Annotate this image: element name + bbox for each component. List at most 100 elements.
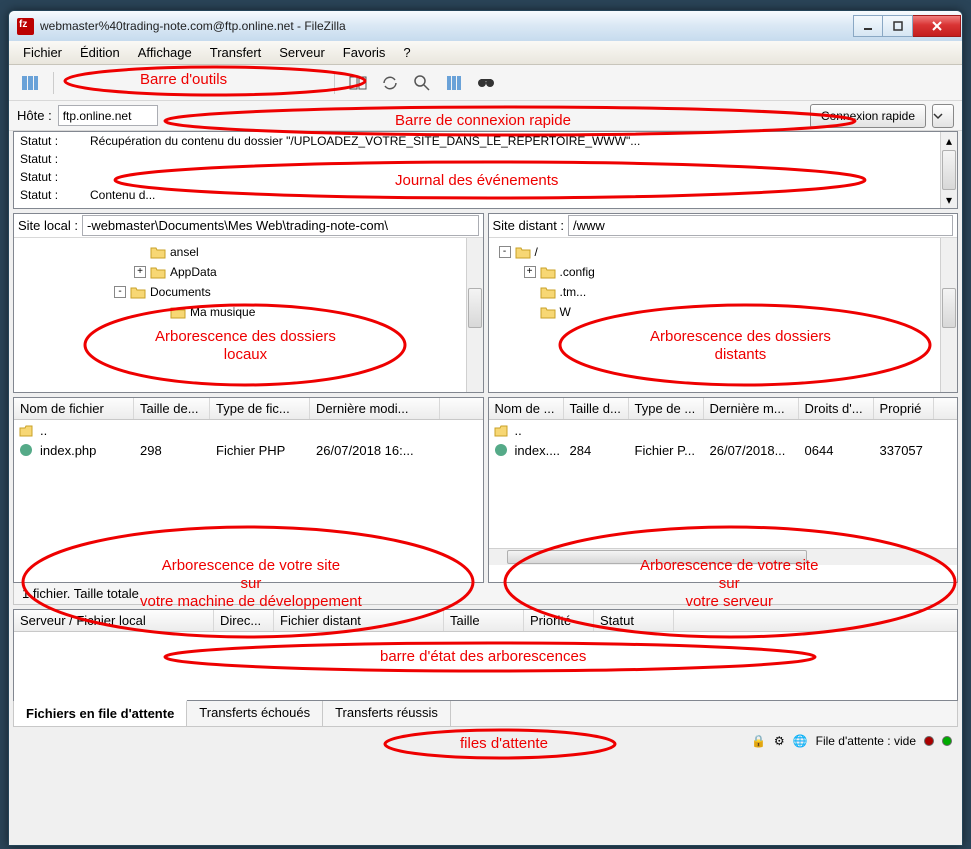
column-header[interactable]: Proprié (874, 398, 934, 419)
expand-icon[interactable]: - (499, 246, 511, 258)
file-icon (18, 442, 34, 458)
sitemanager-icon[interactable] (17, 70, 43, 96)
app-icon (17, 18, 34, 35)
menu-server[interactable]: Serveur (271, 43, 333, 62)
globe-icon: 🌐 (793, 734, 808, 748)
menu-transfer[interactable]: Transfert (202, 43, 270, 62)
tree-item[interactable]: +AppData (14, 262, 483, 282)
column-header[interactable]: Droits d'... (799, 398, 874, 419)
local-path-label: Site local : (18, 218, 78, 233)
tree-item[interactable]: ansel (14, 242, 483, 262)
column-header[interactable]: Taille d... (564, 398, 629, 419)
quickconnect-dropdown[interactable] (932, 104, 954, 128)
compare-icon[interactable] (345, 70, 371, 96)
remote-path-label: Site distant : (493, 218, 565, 233)
menu-help[interactable]: ? (395, 43, 418, 62)
maximize-button[interactable] (883, 15, 913, 37)
log-label: Statut : (20, 186, 90, 204)
tab-queued[interactable]: Fichiers en file d'attente (14, 700, 187, 726)
column-header[interactable]: Nom de ... (489, 398, 564, 419)
scroll-thumb[interactable] (942, 150, 956, 190)
local-path-input[interactable] (82, 215, 479, 236)
sync-icon[interactable] (377, 70, 403, 96)
expand-icon[interactable]: - (114, 286, 126, 298)
tree-item[interactable]: -/ (489, 242, 958, 262)
host-input[interactable] (58, 105, 158, 126)
tree-label: .tm... (560, 285, 587, 299)
remote-path-input[interactable] (568, 215, 953, 236)
menu-file[interactable]: Fichier (15, 43, 70, 62)
folder-icon (130, 285, 146, 299)
scroll-thumb[interactable] (468, 288, 482, 328)
cell: Fichier PHP (210, 443, 310, 458)
scrollbar[interactable] (940, 238, 957, 392)
cell: .. (509, 423, 564, 438)
tab-failed[interactable]: Transferts échoués (187, 701, 323, 726)
column-header[interactable]: Statut (594, 610, 674, 631)
tree-item[interactable]: W (489, 302, 958, 322)
column-header[interactable]: Type de fic... (210, 398, 310, 419)
cell: 284 (564, 443, 629, 458)
cell: 0644 (799, 443, 874, 458)
menu-edit[interactable]: Édition (72, 43, 128, 62)
column-header[interactable]: Dernière modi... (310, 398, 440, 419)
scroll-down-icon[interactable]: ▾ (941, 191, 957, 208)
folder-icon (515, 245, 531, 259)
column-header[interactable]: Dernière m... (704, 398, 799, 419)
queue-icon[interactable] (441, 70, 467, 96)
expand-icon[interactable]: + (524, 266, 536, 278)
file-row[interactable]: .. (14, 420, 483, 440)
column-header[interactable]: Taille de... (134, 398, 210, 419)
host-label: Hôte : (17, 108, 52, 123)
column-header[interactable]: Type de ... (629, 398, 704, 419)
file-icon (18, 422, 34, 438)
local-files[interactable]: ..index.php298Fichier PHP26/07/2018 16:.… (14, 420, 483, 548)
column-header[interactable]: Taille (444, 610, 524, 631)
tree-item[interactable]: Ma musique (14, 302, 483, 322)
scroll-thumb[interactable] (942, 288, 956, 328)
cell: index.... (509, 443, 564, 458)
scrollbar[interactable] (466, 238, 483, 392)
filter-icon[interactable] (409, 70, 435, 96)
lock-icon: 🔒 (751, 734, 766, 748)
filelist-statusbar: 1 fichier. Taille totale (13, 583, 958, 605)
file-row[interactable]: .. (489, 420, 958, 440)
menubar: Fichier Édition Affichage Transfert Serv… (9, 41, 962, 65)
titlebar[interactable]: webmaster%40trading-note.com@ftp.online.… (9, 11, 962, 41)
queue-tabs: Fichiers en file d'attente Transferts éc… (13, 701, 958, 727)
scroll-thumb[interactable] (507, 550, 807, 564)
column-header[interactable]: Nom de fichier (14, 398, 134, 419)
remote-files[interactable]: .. index....284Fichier P...26/07/2018...0… (489, 420, 958, 548)
close-button[interactable] (913, 15, 961, 37)
find-icon[interactable] (473, 70, 499, 96)
hscrollbar[interactable] (489, 548, 958, 565)
cell: 26/07/2018 16:... (310, 443, 440, 458)
minimize-button[interactable] (853, 15, 883, 37)
remote-tree[interactable]: -/+.config.tm...W (489, 238, 958, 392)
local-filelist: Nom de fichierTaille de...Type de fic...… (13, 397, 484, 583)
quickconnect-button[interactable]: Connexion rapide (810, 104, 926, 128)
column-header[interactable]: Serveur / Fichier local (14, 610, 214, 631)
file-row[interactable]: index....284Fichier P...26/07/2018...064… (489, 440, 958, 460)
tree-label: / (535, 245, 538, 259)
statusbar: 🔒 ⚙ 🌐 File d'attente : vide (13, 729, 958, 753)
tab-success[interactable]: Transferts réussis (323, 701, 451, 726)
queue-list[interactable] (14, 632, 957, 700)
column-header[interactable]: Priorité (524, 610, 594, 631)
menu-view[interactable]: Affichage (130, 43, 200, 62)
menu-favorites[interactable]: Favoris (335, 43, 394, 62)
column-header[interactable]: Fichier distant (274, 610, 444, 631)
tree-item[interactable]: .tm... (489, 282, 958, 302)
window-title: webmaster%40trading-note.com@ftp.online.… (40, 19, 853, 33)
column-header[interactable]: Direc... (214, 610, 274, 631)
file-row[interactable]: index.php298Fichier PHP26/07/2018 16:... (14, 440, 483, 460)
expand-icon[interactable]: + (134, 266, 146, 278)
toolbar-separator (334, 72, 335, 94)
tree-label: Ma musique (190, 305, 255, 319)
local-tree[interactable]: ansel+AppData-Documents Ma musique (14, 238, 483, 392)
folder-icon (150, 265, 166, 279)
tree-item[interactable]: -Documents (14, 282, 483, 302)
log-scrollbar[interactable]: ▴ ▾ (940, 132, 957, 208)
tree-item[interactable]: +.config (489, 262, 958, 282)
scroll-up-icon[interactable]: ▴ (941, 132, 957, 149)
